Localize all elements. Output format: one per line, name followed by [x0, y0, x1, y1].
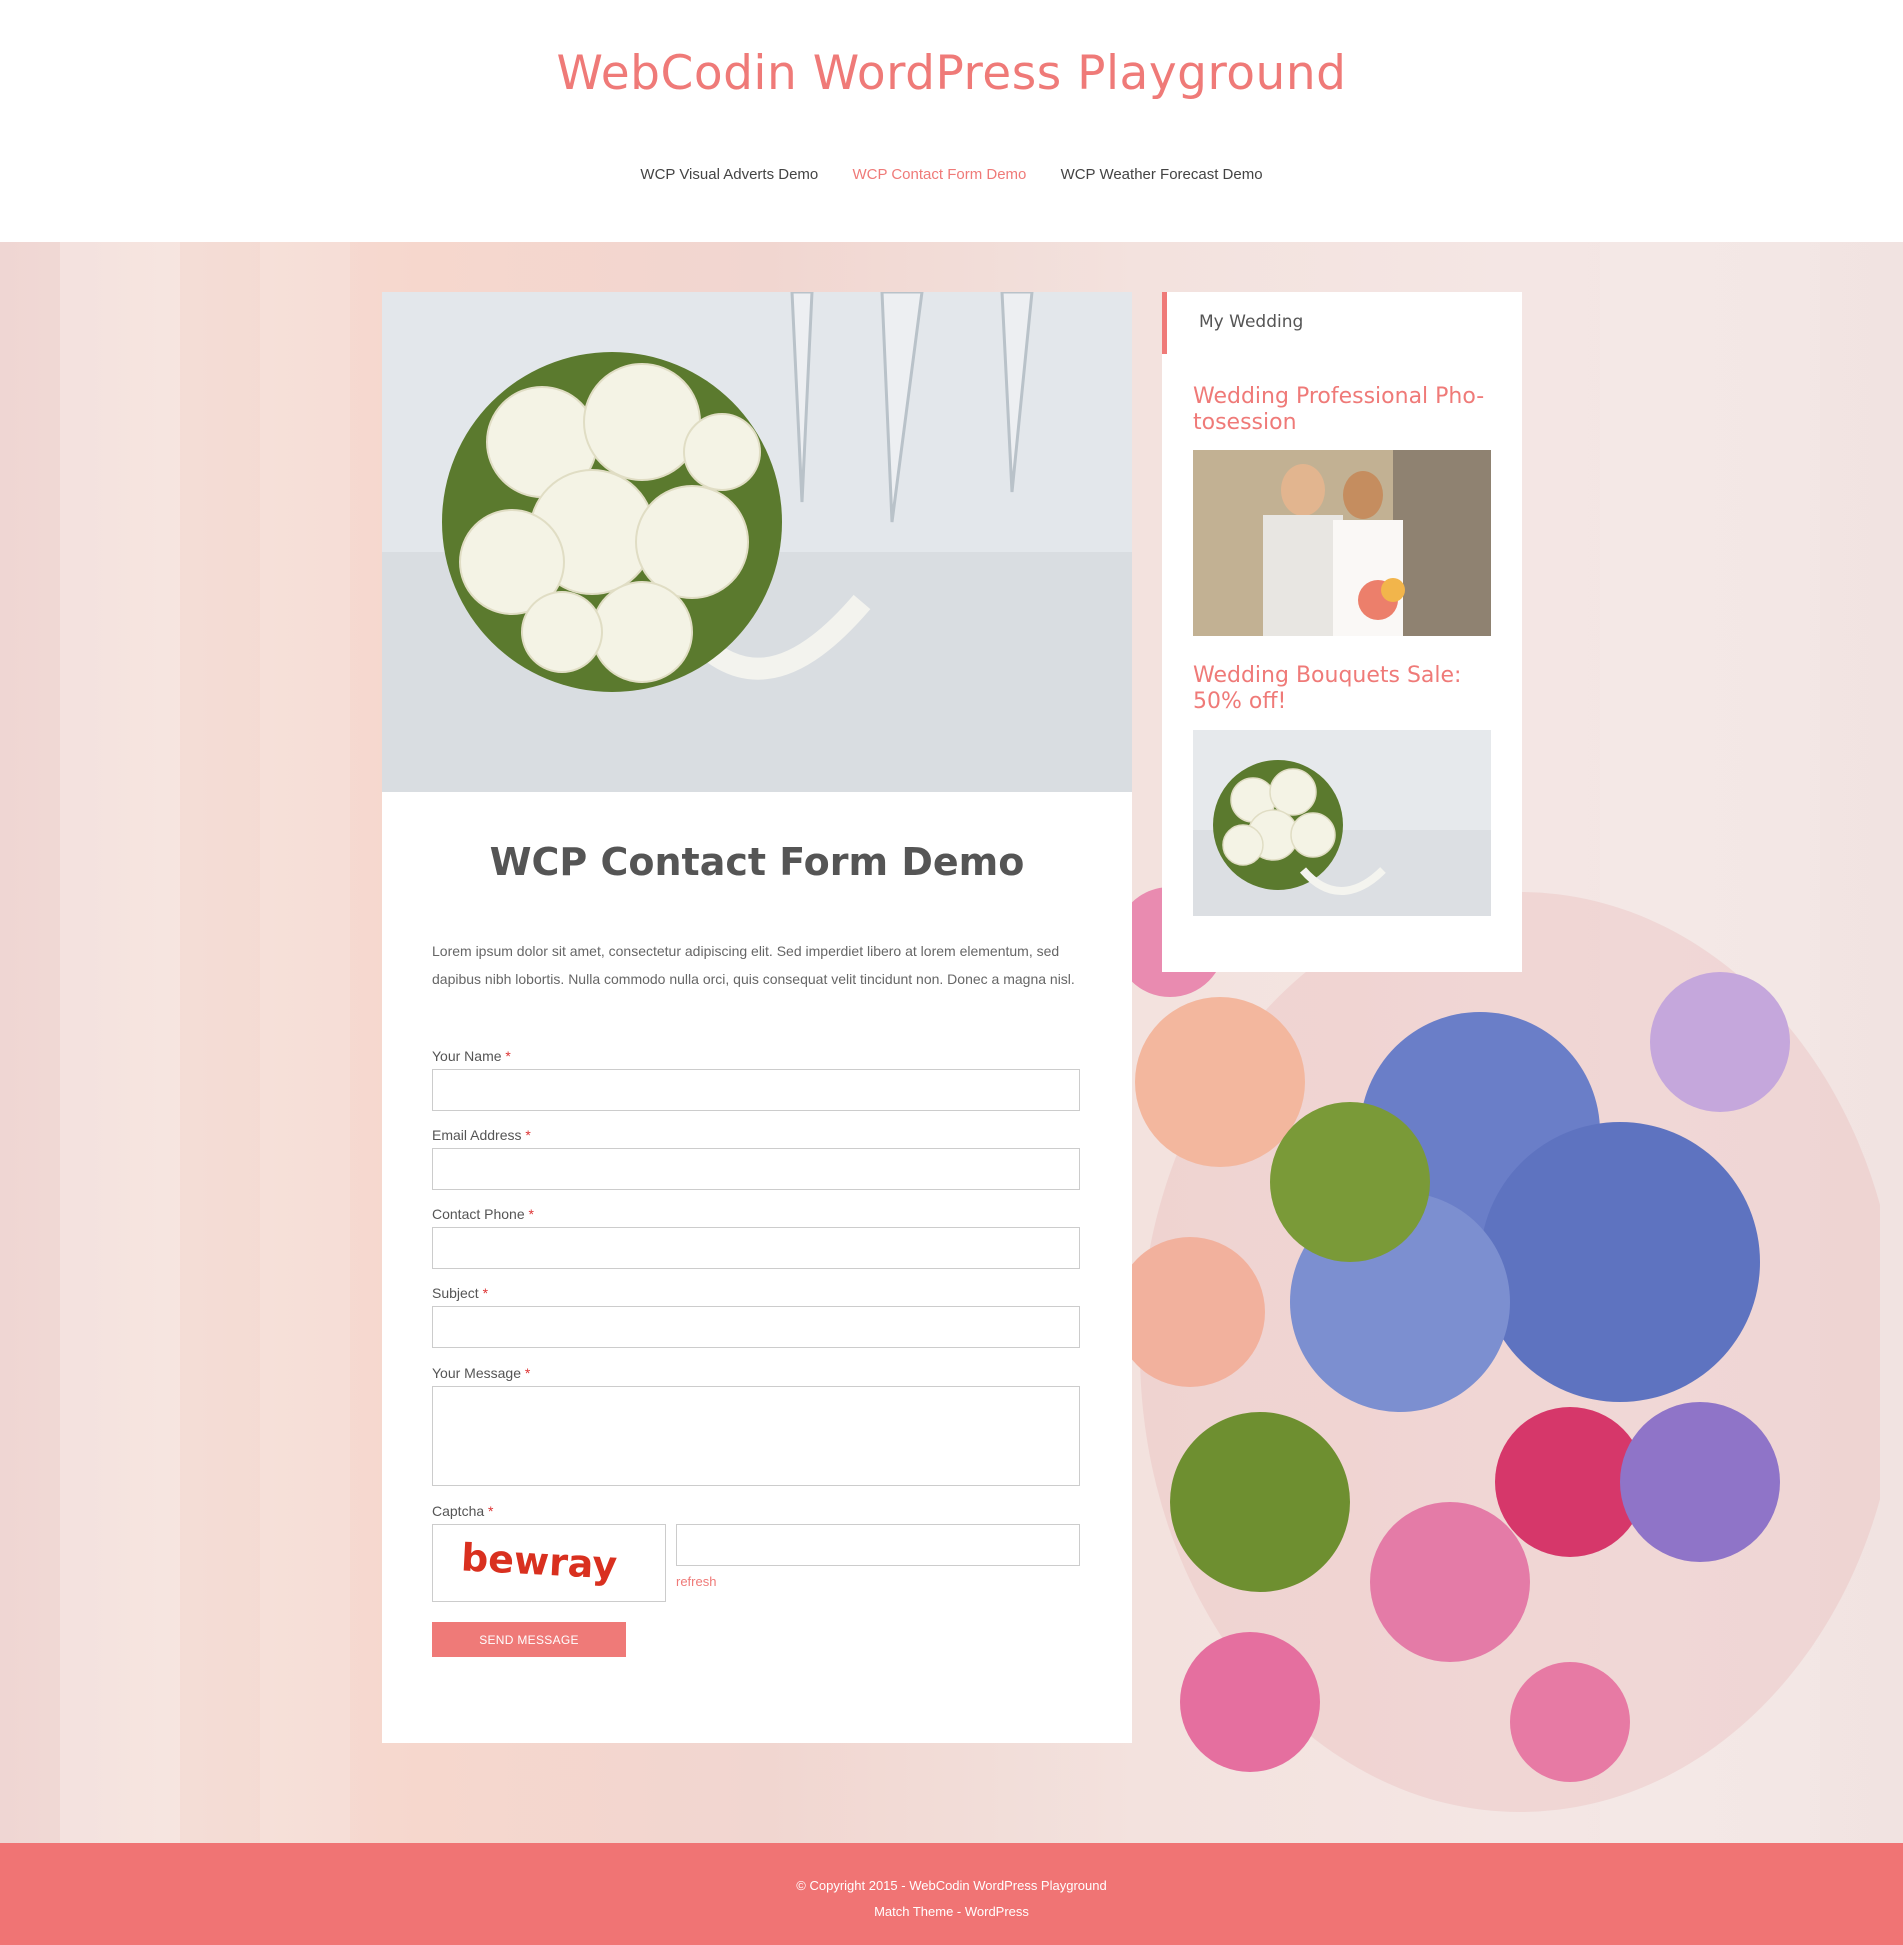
message-textarea[interactable]	[432, 1386, 1080, 1486]
email-label: Email Address *	[432, 1127, 531, 1143]
name-label: Your Name *	[432, 1048, 511, 1064]
post-featured-image	[382, 292, 1132, 792]
required-marker: *	[525, 1127, 531, 1143]
ad-image-photosession[interactable]	[1193, 450, 1491, 636]
required-marker: *	[505, 1048, 511, 1064]
required-marker: *	[482, 1285, 489, 1301]
nav-item-visual-adverts[interactable]: WCP Visual Adverts Demo	[640, 166, 818, 183]
phone-input[interactable]	[432, 1227, 1080, 1269]
captcha-text: bewray	[460, 1535, 618, 1587]
required-marker: *	[528, 1206, 534, 1222]
required-marker: *	[524, 1365, 531, 1381]
post-card: WCP Contact Form Demo Lorem ipsum dolor …	[382, 292, 1132, 1743]
site-header: WebCodin WordPress Playground WCP Visual…	[0, 0, 1903, 242]
post-intro-text: Lorem ipsum dolor sit amet, consectetur …	[432, 943, 1075, 987]
footer-copyright: © Copyright 2015 - WebCodin WordPress Pl…	[796, 1878, 1107, 1893]
required-marker: *	[488, 1503, 494, 1519]
site-title[interactable]: WebCodin WordPress Playground	[0, 46, 1903, 101]
captcha-input[interactable]	[676, 1524, 1080, 1566]
captcha-image: bewray	[432, 1524, 666, 1602]
ad-image-bouquets-sale[interactable]	[1193, 730, 1491, 916]
captcha-label: Captcha *	[432, 1503, 494, 1519]
name-input[interactable]	[432, 1069, 1080, 1111]
send-message-button[interactable]: SEND MESSAGE	[432, 1622, 626, 1657]
message-label: Your Message *	[432, 1365, 531, 1381]
subject-label: Subject *	[432, 1285, 489, 1301]
subject-input[interactable]	[432, 1306, 1080, 1348]
email-input[interactable]	[432, 1148, 1080, 1190]
post-title: WCP Contact Form Demo	[489, 840, 1025, 884]
nav-item-contact-form[interactable]: WCP Contact Form Demo	[852, 166, 1026, 183]
ad-title-bouquets-sale[interactable]: Wedding Bouquets Sale: 50% off!	[1193, 663, 1498, 715]
site-footer: © Copyright 2015 - WebCodin WordPress Pl…	[0, 1843, 1903, 1945]
footer-credits[interactable]: Match Theme - WordPress	[0, 1904, 1903, 1919]
white-rose-bouquet-photo	[382, 292, 1132, 792]
white-rose-bouquet-photo	[1193, 730, 1491, 916]
nav-item-weather-forecast[interactable]: WCP Weather Forecast Demo	[1061, 166, 1263, 183]
colorful-bouquet-illustration	[1115, 887, 1880, 1812]
ad-title-photosession[interactable]: Wedding Professional Pho-tosession	[1193, 384, 1498, 436]
sidebar-widget: My Wedding Wedding Professional Pho-tose…	[1162, 292, 1522, 972]
phone-label: Contact Phone *	[432, 1206, 534, 1222]
wedding-couple-photo	[1193, 450, 1491, 636]
captcha-refresh-link[interactable]: refresh	[676, 1574, 716, 1589]
main-nav: WCP Visual Adverts Demo WCP Contact Form…	[0, 166, 1903, 183]
widget-title: My Wedding	[1162, 292, 1522, 354]
